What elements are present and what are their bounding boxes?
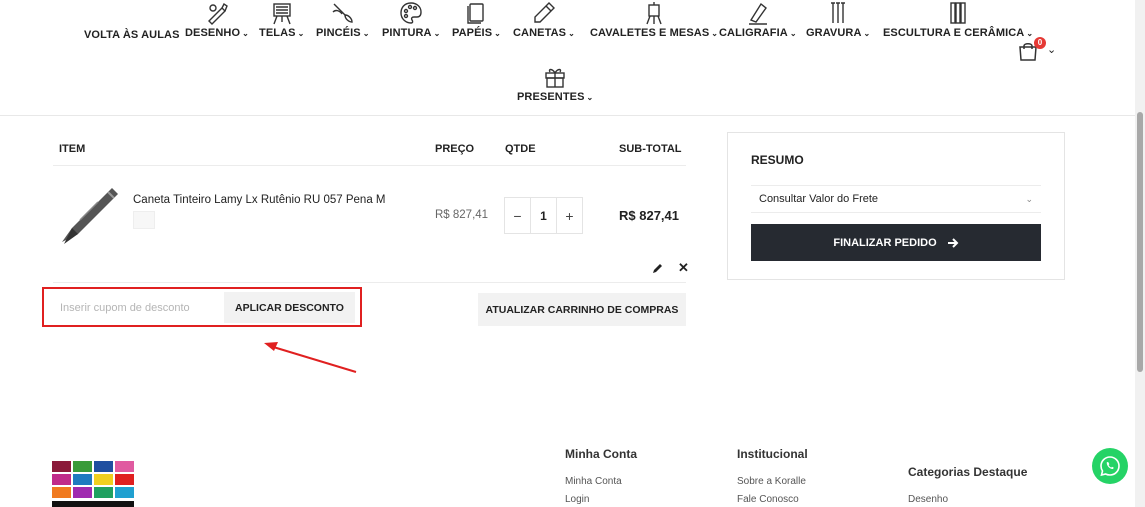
nav-item-presentes[interactable]: PRESENTES ⌄ xyxy=(517,64,593,103)
footer-title-categorias: Categorias Destaque xyxy=(908,465,1028,479)
sculpture-icon xyxy=(950,2,966,24)
order-summary-panel: RESUMO Consultar Valor do Frete ⌄ FINALI… xyxy=(727,132,1065,280)
nav-item-papeis[interactable]: PAPÉIS ⌄ xyxy=(452,0,501,39)
footer-title-institucional: Institucional xyxy=(737,447,808,461)
column-header-subtotal: SUB-TOTAL xyxy=(619,143,682,155)
drawing-icon xyxy=(207,2,228,25)
footer-title-minha-conta: Minha Conta xyxy=(565,447,637,461)
koralle-logo[interactable] xyxy=(52,459,136,507)
nav-label: PINTURA xyxy=(382,27,432,39)
quantity-stepper: − 1 + xyxy=(504,197,583,234)
nav-label: PAPÉIS xyxy=(452,27,493,39)
product-name-link[interactable]: Caneta Tinteiro Lamy Lx Rutênio RU 057 P… xyxy=(133,194,386,206)
nav-item-canetas[interactable]: CANETAS ⌄ xyxy=(513,0,575,39)
column-header-price: PREÇO xyxy=(435,143,475,155)
column-header-item: ITEM xyxy=(59,143,86,155)
nav-label: CALIGRAFIA xyxy=(719,27,788,39)
footer-link[interactable]: Fale Conosco xyxy=(737,494,799,505)
summary-title: RESUMO xyxy=(751,153,804,167)
checkout-label: FINALIZAR PEDIDO xyxy=(833,236,937,249)
nav-label: CANETAS xyxy=(513,27,567,39)
nav-item-gravura[interactable]: GRAVURA ⌄ xyxy=(806,0,870,39)
nav-label: DESENHO xyxy=(185,27,241,39)
nav-label: TELAS xyxy=(259,27,296,39)
close-icon[interactable]: ✕ xyxy=(678,260,689,276)
nav-label: CAVALETES E MESAS xyxy=(590,27,710,39)
nav-item-pintura[interactable]: PINTURA ⌄ xyxy=(382,0,440,39)
product-image[interactable] xyxy=(58,182,122,246)
annotation-arrow-icon xyxy=(264,342,357,373)
footer-link[interactable]: Sobre a Koralle xyxy=(737,476,806,487)
pencil-icon[interactable] xyxy=(651,262,664,275)
product-variant-thumbnail xyxy=(133,211,155,229)
chevron-down-icon: ⌄ xyxy=(1025,193,1033,204)
cart-button[interactable]: 0 ⌄ xyxy=(1017,37,1057,64)
back-to-school-icon xyxy=(119,0,145,26)
arrow-right-icon xyxy=(947,237,959,248)
nav-label: GRAVURA xyxy=(806,27,862,39)
apply-discount-button[interactable]: APLICAR DESCONTO xyxy=(224,292,355,323)
nav-item-caligrafia[interactable]: CALIGRAFIA ⌄ xyxy=(719,0,797,39)
page-scrollbar[interactable] xyxy=(1135,0,1145,507)
checkout-button[interactable]: FINALIZAR PEDIDO xyxy=(751,224,1041,261)
palette-icon xyxy=(400,2,422,24)
product-price: R$ 827,41 xyxy=(435,209,489,221)
nav-label: ESCULTURA E CERÂMICA xyxy=(883,27,1025,39)
canvas-easel-icon xyxy=(272,3,291,25)
nav-item-telas[interactable]: TELAS ⌄ xyxy=(259,0,304,39)
main-navigation: VOLTA ÀS AULAS DESENHO ⌄ TELAS ⌄ PINCÉIS ⌄ … xyxy=(0,0,1135,116)
whatsapp-button[interactable] xyxy=(1092,448,1128,484)
column-header-qty: QTDE xyxy=(505,143,536,155)
nav-label: PRESENTES xyxy=(517,91,585,103)
product-subtotal: R$ 827,41 xyxy=(619,208,679,223)
brush-icon xyxy=(332,3,353,23)
easel-icon xyxy=(646,2,662,25)
footer-link[interactable]: Minha Conta xyxy=(565,476,622,487)
increase-qty-button[interactable]: + xyxy=(557,198,582,233)
gift-icon xyxy=(545,68,565,88)
footer-link[interactable]: Login xyxy=(565,494,589,505)
update-cart-button[interactable]: ATUALIZAR CARRINHO DE COMPRAS xyxy=(478,293,686,326)
decrease-qty-button[interactable]: − xyxy=(505,198,530,233)
nav-item-cavaletes-e-mesas[interactable]: CAVALETES E MESAS ⌄ xyxy=(590,0,718,39)
nav-label: PINCÉIS xyxy=(316,27,361,39)
whatsapp-icon xyxy=(1100,456,1120,477)
footer-link[interactable]: Desenho xyxy=(908,494,948,505)
divider xyxy=(53,165,686,166)
freight-label: Consultar Valor do Frete xyxy=(759,193,879,205)
quantity-value[interactable]: 1 xyxy=(530,198,557,233)
nav-label: VOLTA ÀS AULAS xyxy=(84,29,180,41)
pen-icon xyxy=(534,2,555,23)
paper-icon xyxy=(467,3,485,24)
chevron-down-icon[interactable]: ⌄ xyxy=(1047,43,1056,56)
nav-item-escultura-e-ceramica[interactable]: ESCULTURA E CERÂMICA ⌄ xyxy=(883,0,1033,39)
cart-count-badge: 0 xyxy=(1034,37,1046,49)
scrollbar-thumb[interactable] xyxy=(1137,112,1143,372)
nav-item-pinceis[interactable]: PINCÉIS ⌄ xyxy=(316,0,370,39)
coupon-input[interactable] xyxy=(52,294,224,322)
freight-calculator-toggle[interactable]: Consultar Valor do Frete ⌄ xyxy=(751,185,1041,213)
nav-item-desenho[interactable]: DESENHO ⌄ xyxy=(185,0,249,39)
nav-item-volta-as-aulas[interactable]: VOLTA ÀS AULAS xyxy=(84,0,180,41)
engraving-icon xyxy=(831,2,846,23)
divider xyxy=(53,282,686,283)
calligraphy-icon xyxy=(748,2,767,25)
